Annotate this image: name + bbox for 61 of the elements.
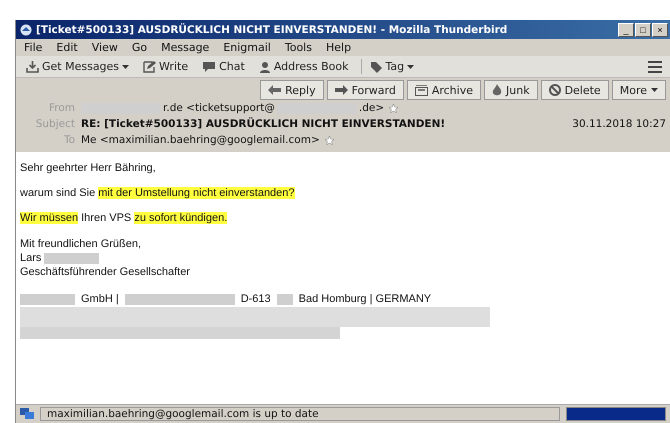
toolbar-button[interactable]: Address Book — [256, 59, 350, 74]
archive-icon — [414, 84, 428, 96]
postal-code: D-613 — [240, 293, 271, 305]
message-date: 30.11.2018 10:27 — [572, 118, 666, 130]
menu-item[interactable]: Message — [161, 41, 210, 54]
menu-item[interactable]: Edit — [56, 41, 78, 54]
message-paragraph: warum sind Sie mit der Umstellung nicht einverstanden? — [20, 186, 296, 201]
from-label: From — [48, 102, 75, 114]
chat-icon — [202, 60, 216, 72]
menu-item[interactable]: Tools — [284, 41, 312, 54]
menu-item[interactable]: Enigmail — [223, 41, 271, 54]
recipient: Me <maximilian.baehring@googlemail.com> — [81, 134, 320, 146]
toolbar-button[interactable]: Chat — [200, 59, 247, 74]
action-button[interactable]: Archive — [406, 80, 481, 100]
signature-role: Geschäftsführender Gesellschafter — [20, 265, 191, 279]
person-icon — [258, 60, 271, 72]
prohibited-icon — [548, 84, 561, 96]
computer-icon — [20, 408, 34, 420]
menu-icon[interactable] — [648, 60, 662, 72]
message-paragraph: Sehr geehrter Herr Bähring, — [20, 161, 157, 176]
action-button[interactable]: More — [612, 80, 666, 100]
toolbar-button[interactable]: Tag — [360, 59, 416, 74]
action-button[interactable]: Delete — [540, 80, 609, 100]
window-control-button[interactable]: □ — [635, 22, 651, 36]
app-icon — [20, 24, 32, 36]
toolbar-button[interactable]: Write — [141, 59, 190, 74]
caret-icon — [122, 64, 130, 68]
message-paragraph: Wir müssen Ihren VPS zu sofort kündigen. — [20, 211, 228, 226]
subject-text: RE: [Ticket#500133] AUSDRÜCKLICH NICHT EINVERSTANDEN! — [81, 118, 446, 130]
download-icon — [26, 60, 39, 72]
star-icon[interactable] — [389, 104, 398, 112]
menu-item[interactable]: File — [24, 41, 42, 54]
window-title: [Ticket#500133] AUSDRÜCKLICH NICHT EINVERSTANDEN! - Mozilla Thunderbird — [36, 24, 508, 36]
redacted-block — [44, 252, 100, 264]
sender-domain: r.de <ticketsupport@ — [163, 102, 275, 114]
star-icon[interactable] — [324, 136, 334, 144]
action-button[interactable]: Reply — [260, 80, 324, 100]
redacted-block — [20, 294, 75, 304]
status-text: maximilian.baehring@googlemail.com is up to date — [40, 407, 560, 421]
sender-domain-end: .de> — [358, 102, 384, 114]
signature-name: Lars — [20, 251, 42, 265]
menu-item[interactable]: Help — [326, 41, 352, 54]
action-button[interactable]: Junk — [484, 80, 538, 100]
tag-icon — [370, 60, 382, 72]
closing-text: Mit freundlichen Grüßen, — [20, 237, 142, 251]
pencil-icon — [143, 60, 156, 72]
window-control-button[interactable]: × — [652, 22, 668, 36]
caret-icon — [651, 88, 658, 92]
company-city: Bad Homburg | GERMANY — [298, 293, 432, 305]
toolbar-button[interactable]: Get Messages — [24, 59, 132, 74]
caret-icon — [407, 64, 414, 68]
redacted-block — [276, 294, 293, 304]
action-button[interactable]: Forward — [326, 80, 404, 100]
subject-label: Subject — [34, 118, 75, 130]
window-control-button[interactable]: _ — [618, 22, 634, 36]
reply-arrow-icon — [268, 85, 282, 95]
forward-arrow-icon — [334, 85, 348, 95]
menu-item[interactable]: View — [92, 41, 118, 54]
menu-item[interactable]: Go — [132, 41, 148, 54]
company-name: GmbH | — [81, 293, 119, 305]
to-label: To — [62, 134, 75, 146]
